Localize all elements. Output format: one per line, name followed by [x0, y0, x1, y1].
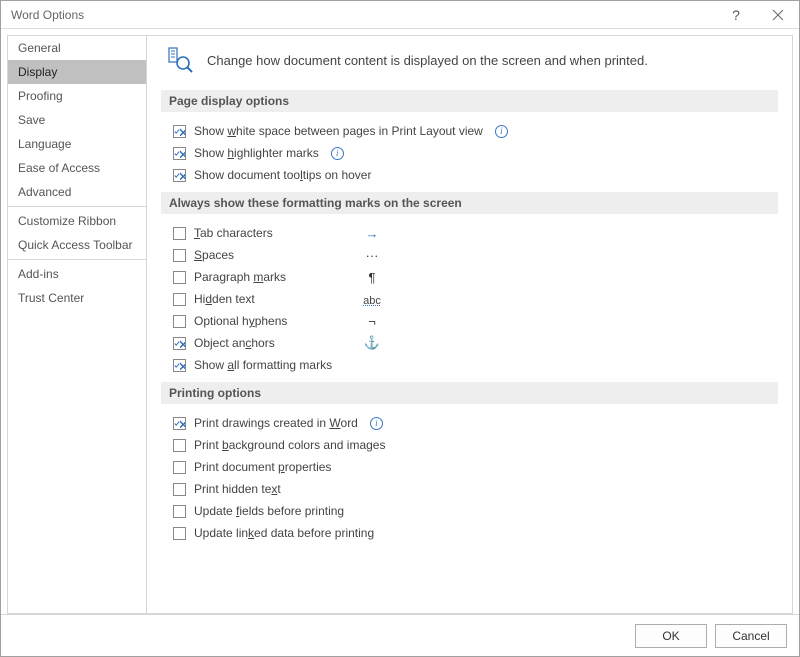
- sidebar-item-customize-ribbon[interactable]: Customize Ribbon: [8, 209, 146, 233]
- sidebar-item-display[interactable]: Display: [8, 60, 146, 84]
- formatting-mark-symbol: →: [352, 226, 392, 241]
- window-title: Word Options: [11, 8, 84, 22]
- dialog-footer: OK Cancel: [1, 614, 799, 656]
- checkbox[interactable]: [173, 417, 186, 430]
- option-label[interactable]: Print background colors and images: [194, 438, 385, 452]
- sidebar-item-quick-access-toolbar[interactable]: Quick Access Toolbar: [8, 233, 146, 257]
- option-label[interactable]: Update linked data before printing: [194, 526, 374, 540]
- sidebar-separator: [8, 259, 146, 260]
- formatting-mark-symbol: abc: [352, 292, 392, 307]
- option-row: Show all formatting marks: [173, 354, 778, 376]
- option-label[interactable]: Show white space between pages in Print …: [194, 124, 483, 138]
- help-button[interactable]: ?: [715, 1, 757, 29]
- section-formatting-marks: Tab characters → Spaces ··· Paragraph marks ¶…: [161, 222, 778, 376]
- option-row: Show highlighter marks i: [173, 142, 778, 164]
- section-formatting-title: Always show these formatting marks on th…: [161, 192, 778, 214]
- option-label[interactable]: Paragraph marks: [194, 270, 334, 284]
- page-header-text: Change how document content is displayed…: [207, 53, 648, 68]
- option-row: Show document tooltips on hover: [173, 164, 778, 186]
- sidebar-item-proofing[interactable]: Proofing: [8, 84, 146, 108]
- page-header: Change how document content is displayed…: [161, 46, 778, 74]
- checkbox[interactable]: [173, 147, 186, 160]
- option-row: Show white space between pages in Print …: [173, 120, 778, 142]
- main-panel: Change how document content is displayed…: [147, 35, 793, 614]
- checkbox[interactable]: [173, 125, 186, 138]
- sidebar-item-advanced[interactable]: Advanced: [8, 180, 146, 204]
- option-row: Print document properties: [173, 456, 778, 478]
- titlebar: Word Options ?: [1, 1, 799, 29]
- option-row: Print drawings created in Word i: [173, 412, 778, 434]
- formatting-mark-symbol: ⚓: [352, 335, 392, 351]
- option-row: Spaces ···: [173, 244, 778, 266]
- section-printing: Print drawings created in Word i Print bac…: [161, 412, 778, 544]
- option-label[interactable]: Object anchors: [194, 336, 334, 350]
- checkbox[interactable]: [173, 337, 186, 350]
- sidebar-item-add-ins[interactable]: Add-ins: [8, 262, 146, 286]
- option-label[interactable]: Show highlighter marks: [194, 146, 319, 160]
- checkbox[interactable]: [173, 169, 186, 182]
- checkbox[interactable]: [173, 249, 186, 262]
- option-label[interactable]: Show all formatting marks: [194, 358, 334, 372]
- checkbox[interactable]: [173, 271, 186, 284]
- cancel-button[interactable]: Cancel: [715, 624, 787, 648]
- option-row: Paragraph marks ¶: [173, 266, 778, 288]
- word-options-dialog: Word Options ? GeneralDisplayProofingSav…: [0, 0, 800, 657]
- option-label[interactable]: Spaces: [194, 248, 334, 262]
- option-row: Tab characters →: [173, 222, 778, 244]
- formatting-mark-symbol: ···: [352, 248, 392, 263]
- checkbox[interactable]: [173, 359, 186, 372]
- option-row: Object anchors ⚓: [173, 332, 778, 354]
- sidebar-item-language[interactable]: Language: [8, 132, 146, 156]
- checkbox[interactable]: [173, 315, 186, 328]
- option-row: Hidden text abc: [173, 288, 778, 310]
- sidebar-item-ease-of-access[interactable]: Ease of Access: [8, 156, 146, 180]
- checkbox[interactable]: [173, 461, 186, 474]
- checkbox[interactable]: [173, 505, 186, 518]
- option-row: Print background colors and images: [173, 434, 778, 456]
- section-page-display-title: Page display options: [161, 90, 778, 112]
- option-label[interactable]: Print document properties: [194, 460, 331, 474]
- option-label[interactable]: Optional hyphens: [194, 314, 334, 328]
- section-printing-title: Printing options: [161, 382, 778, 404]
- checkbox[interactable]: [173, 439, 186, 452]
- ok-button[interactable]: OK: [635, 624, 707, 648]
- option-label[interactable]: Tab characters: [194, 226, 334, 240]
- option-row: Update fields before printing: [173, 500, 778, 522]
- checkbox[interactable]: [173, 527, 186, 540]
- option-label[interactable]: Print hidden text: [194, 482, 281, 496]
- sidebar-item-save[interactable]: Save: [8, 108, 146, 132]
- sidebar-separator: [8, 206, 146, 207]
- option-label[interactable]: Print drawings created in Word: [194, 416, 358, 430]
- option-label[interactable]: Show document tooltips on hover: [194, 168, 371, 182]
- close-button[interactable]: [757, 1, 799, 29]
- option-label[interactable]: Update fields before printing: [194, 504, 344, 518]
- info-icon[interactable]: i: [495, 125, 508, 138]
- formatting-mark-symbol: ¬: [352, 314, 392, 329]
- option-label[interactable]: Hidden text: [194, 292, 334, 306]
- section-page-display: Show white space between pages in Print …: [161, 120, 778, 186]
- checkbox[interactable]: [173, 483, 186, 496]
- option-row: Print hidden text: [173, 478, 778, 500]
- display-settings-icon: [167, 46, 195, 74]
- checkbox[interactable]: [173, 293, 186, 306]
- option-row: Update linked data before printing: [173, 522, 778, 544]
- sidebar-item-trust-center[interactable]: Trust Center: [8, 286, 146, 310]
- option-row: Optional hyphens ¬: [173, 310, 778, 332]
- sidebar-item-general[interactable]: General: [8, 36, 146, 60]
- sidebar-nav: GeneralDisplayProofingSaveLanguageEase o…: [7, 35, 147, 614]
- checkbox[interactable]: [173, 227, 186, 240]
- info-icon[interactable]: i: [331, 147, 344, 160]
- info-icon[interactable]: i: [370, 417, 383, 430]
- formatting-mark-symbol: ¶: [352, 270, 392, 285]
